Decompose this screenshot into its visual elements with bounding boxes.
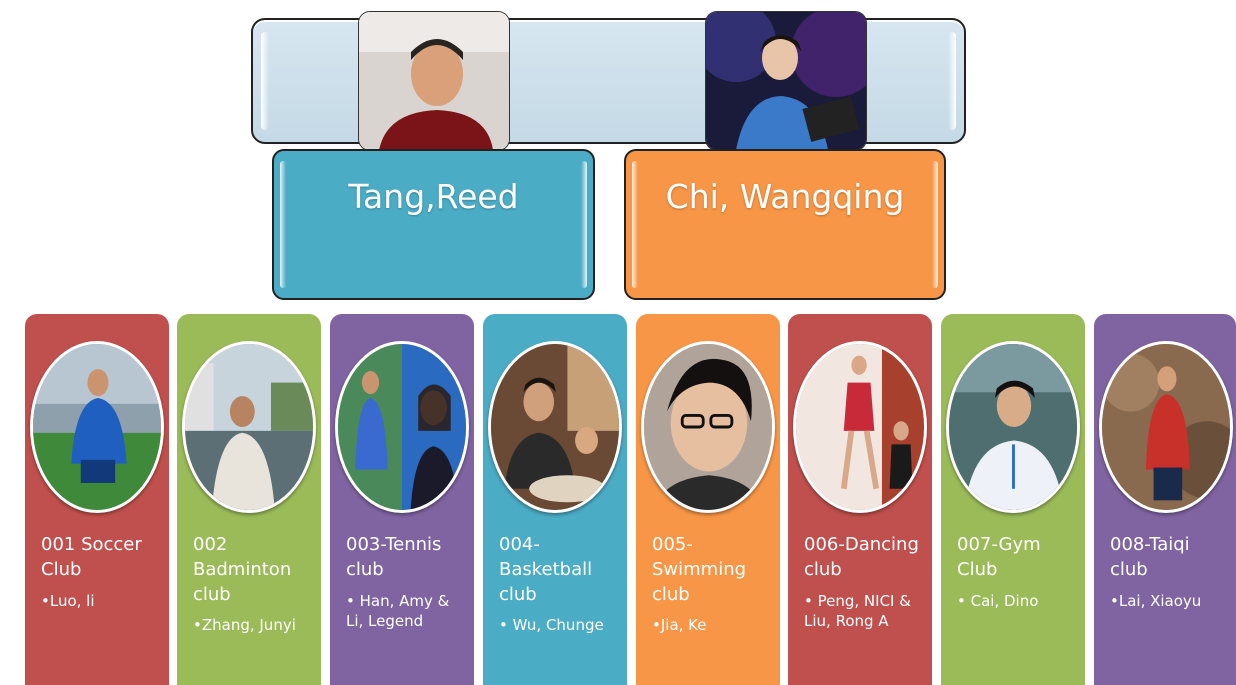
club-photo-tennis [335,341,469,513]
leader-name-right: Chi, Wangqing [665,177,905,216]
club-title: 006-Dancing club [804,534,919,580]
leader-box-left: Tang,Reed [272,149,595,300]
club-photo-taiqi [1099,341,1233,513]
club-member: •Luo, li [41,592,95,610]
club-title: 003-Tennis club [346,534,442,580]
club-gym: 007-Gym Club • Cai, Dino [941,314,1085,685]
club-title: 007-Gym Club [957,534,1041,580]
club-title: 001 Soccer Club [41,534,142,580]
club-photo-basketball [488,341,622,513]
club-member: •Lai, Xiaoyu [1110,592,1202,610]
club-tennis: 003-Tennis club • Han, Amy & Li, Legend [330,314,474,685]
club-photo-badminton [182,341,316,513]
club-taiqi: 008-Taiqi club •Lai, Xiaoyu [1094,314,1236,685]
club-photo-soccer [30,341,164,513]
leader-name-left: Tang,Reed [348,177,519,216]
club-swimming: 005-Swimming club •Jia, Ke [636,314,780,685]
club-member: • Han, Amy & Li, Legend [346,592,450,630]
club-title: 002 Badminton club [193,534,292,605]
club-badminton: 002 Badminton club •Zhang, Junyi [177,314,321,685]
club-basketball: 004-Basketball club • Wu, Chunge [483,314,627,685]
club-dancing: 006-Dancing club • Peng, NICI & Liu, Ron… [788,314,932,685]
club-photo-dancing [793,341,927,513]
club-photo-gym [946,341,1080,513]
club-title: 004-Basketball club [499,534,593,605]
leader-photo-left [358,11,510,151]
club-member: •Jia, Ke [652,616,707,634]
club-title: 005-Swimming club [652,534,747,605]
club-title: 008-Taiqi club [1110,534,1190,580]
club-member: • Peng, NICI & Liu, Rong A [804,592,911,630]
leader-box-right: Chi, Wangqing [624,149,946,300]
club-member: • Cai, Dino [957,592,1039,610]
club-soccer: 001 Soccer Club •Luo, li [25,314,169,685]
club-member: •Zhang, Junyi [193,616,296,634]
leader-photo-right [705,11,867,151]
club-photo-swimming [641,341,775,513]
club-member: • Wu, Chunge [499,616,604,634]
